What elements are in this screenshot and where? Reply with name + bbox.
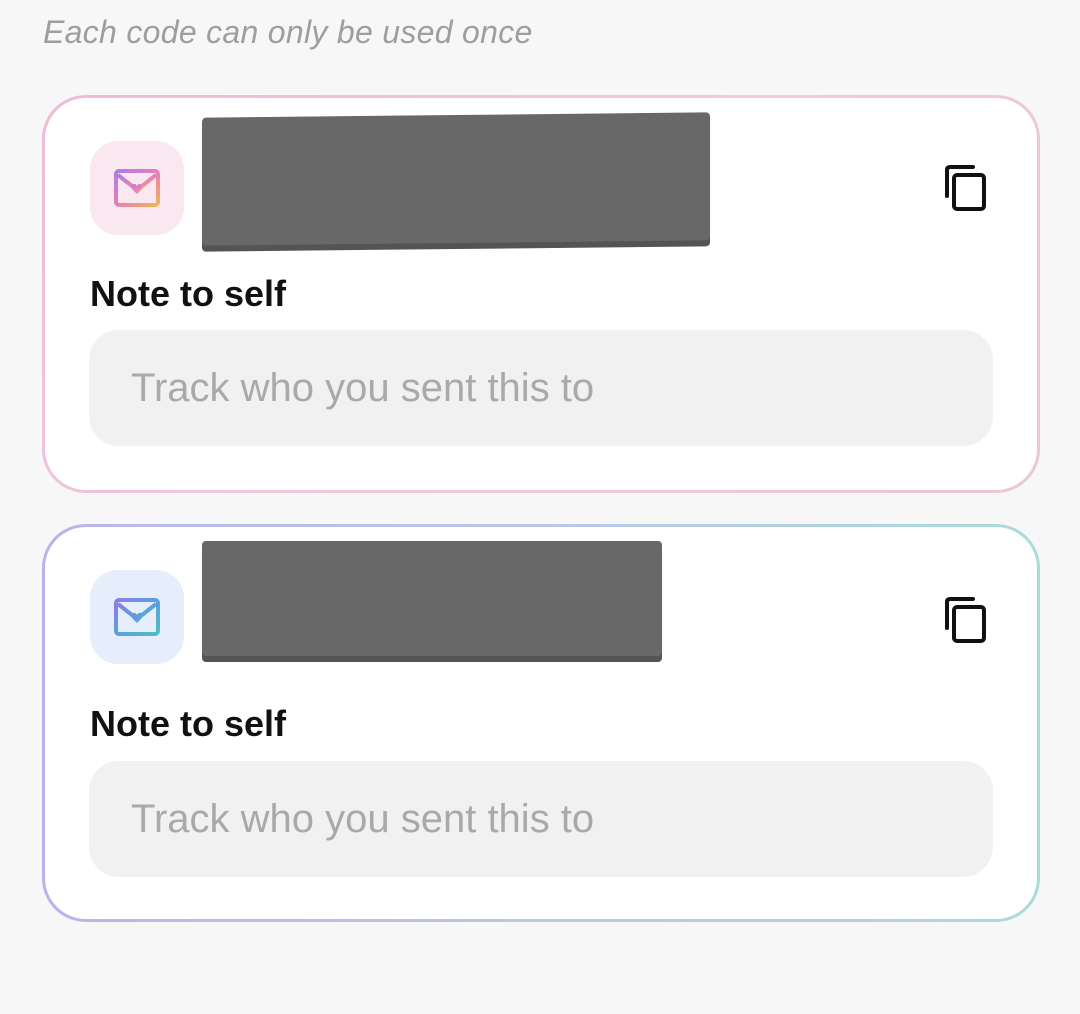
redacted-code [202, 112, 710, 246]
note-to-self-input[interactable] [89, 330, 993, 446]
copy-button[interactable] [941, 163, 989, 213]
envelope-heart-icon [90, 570, 184, 664]
copy-button[interactable] [941, 595, 989, 645]
invite-code-card: Note to self [42, 524, 1040, 922]
single-use-hint: Each code can only be used once [43, 14, 533, 50]
envelope-heart-icon [90, 141, 184, 235]
invite-code-card: Note to self [42, 95, 1040, 493]
invite-code-card-body: Note to self [45, 527, 1037, 919]
note-to-self-label: Note to self [90, 703, 287, 744]
copy-icon [945, 597, 986, 643]
redacted-code [202, 541, 662, 656]
invite-code-card-body: Note to self [45, 98, 1037, 490]
note-to-self-label: Note to self [90, 273, 287, 314]
note-to-self-input[interactable] [89, 761, 993, 877]
copy-icon [945, 165, 986, 211]
